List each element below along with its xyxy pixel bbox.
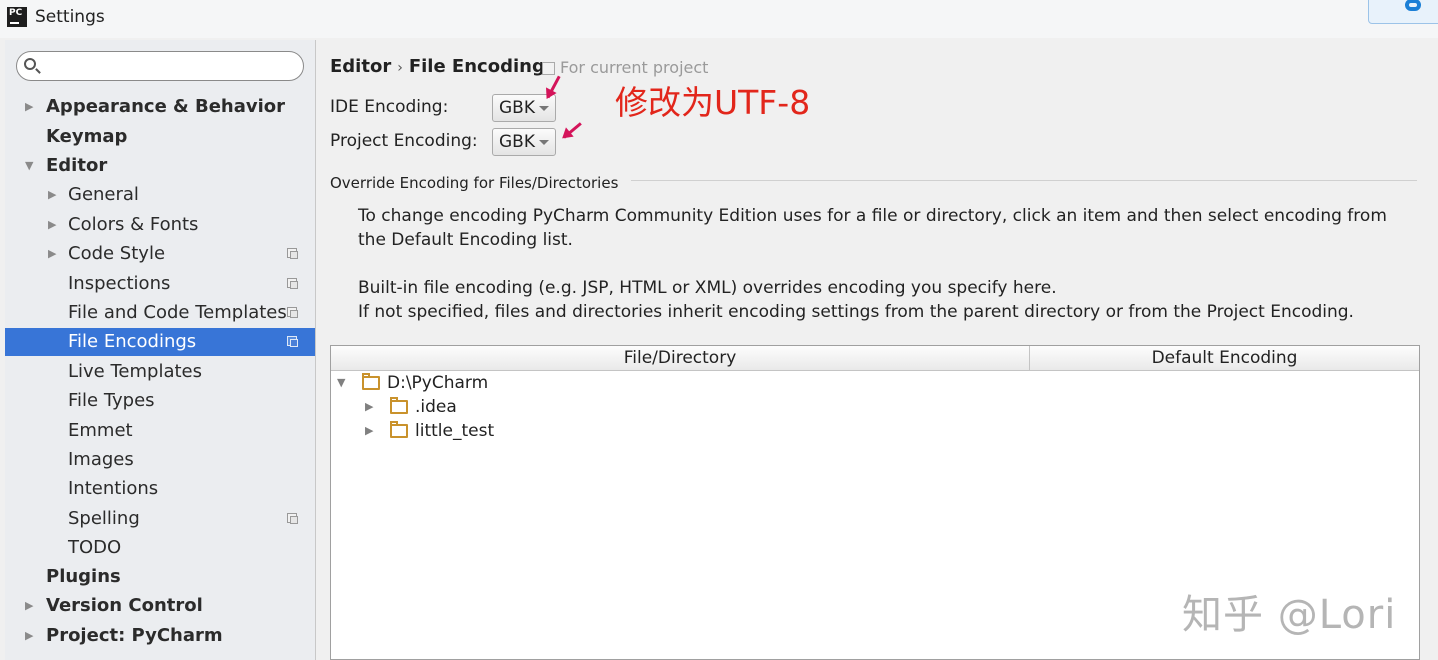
sidebar-item-label: Appearance & Behavior — [46, 96, 286, 117]
collapse-arrow-icon[interactable]: ▼ — [25, 152, 33, 180]
annotation-arrow-icon — [563, 122, 582, 139]
dropdown-arrow-icon — [539, 106, 549, 111]
project-scope-icon — [287, 513, 298, 524]
folder-icon — [390, 421, 408, 438]
sidebar-item-spelling[interactable]: Spelling — [5, 505, 315, 533]
expand-arrow-icon[interactable]: ▶ — [48, 211, 56, 239]
project-scope-icon — [287, 307, 298, 318]
sidebar-item-general[interactable]: ▶ General — [5, 181, 315, 209]
sidebar-item-code-style[interactable]: ▶ Code Style — [5, 240, 315, 268]
sidebar-item-editor[interactable]: ▼ Editor — [5, 152, 315, 180]
settings-sidebar: ▶ Appearance & Behavior Keymap ▼ Editor … — [5, 40, 316, 660]
directory-name: little_test — [415, 421, 495, 441]
expand-arrow-icon[interactable]: ▶ — [25, 592, 33, 620]
sidebar-item-live-templates[interactable]: Live Templates — [5, 358, 315, 386]
watermark: 知乎 @Lori — [1182, 592, 1397, 638]
sidebar-item-label: Keymap — [46, 126, 128, 147]
breadcrumb: Editor › File Encodings — [330, 56, 556, 77]
breadcrumb-parent: Editor — [330, 56, 392, 77]
sidebar-item-version-control[interactable]: ▶ Version Control — [5, 592, 315, 620]
directory-name: .idea — [415, 397, 457, 417]
directory-name: D:\PyCharm — [387, 373, 489, 393]
project-scope-icon — [542, 62, 555, 75]
settings-search-input[interactable] — [16, 51, 304, 81]
expand-arrow-icon[interactable]: ▶ — [25, 622, 33, 650]
section-divider — [631, 180, 1417, 181]
breadcrumb-current: File Encodings — [408, 56, 556, 77]
sidebar-item-label: TODO — [68, 537, 122, 558]
sidebar-item-label: Emmet — [68, 420, 133, 441]
project-encoding-label: Project Encoding: — [330, 131, 478, 151]
override-section-title: Override Encoding for Files/Directories — [330, 174, 619, 192]
sidebar-item-label: File Types — [68, 390, 155, 411]
expand-arrow-icon[interactable]: ▶ — [48, 181, 56, 209]
sidebar-item-label: Live Templates — [68, 361, 202, 382]
link-icon — [1405, 0, 1421, 11]
window-title: Settings — [35, 7, 105, 27]
table-row[interactable]: ▶ .idea — [331, 395, 1419, 419]
sidebar-item-label: Project: PyCharm — [46, 625, 223, 646]
sidebar-item-file-encodings[interactable]: File Encodings — [5, 328, 315, 356]
scope-note: For current project — [542, 58, 708, 77]
annotation-arrow-icon — [546, 75, 561, 99]
builtin-encoding-note: Built-in file encoding (e.g. JSP, HTML o… — [358, 278, 1057, 298]
project-scope-icon — [287, 248, 298, 259]
sidebar-item-keymap[interactable]: Keymap — [5, 123, 315, 151]
expand-arrow-icon[interactable]: ▶ — [25, 93, 33, 121]
project-encoding-value: GBK — [499, 132, 535, 152]
inherit-encoding-note: If not specified, files and directories … — [358, 302, 1354, 322]
sidebar-item-label: Spelling — [68, 508, 140, 529]
pycharm-app-icon: PC — [7, 7, 27, 27]
sidebar-item-label: Intentions — [68, 478, 159, 499]
sidebar-item-label: Images — [68, 449, 134, 470]
sidebar-item-inspections[interactable]: Inspections — [5, 270, 315, 298]
annotation-text: 修改为UTF-8 — [615, 83, 811, 122]
sidebar-item-project-pycharm[interactable]: ▶ Project: PyCharm — [5, 622, 315, 650]
sidebar-item-label: File and Code Templates — [68, 302, 287, 323]
sidebar-item-label: File Encodings — [68, 331, 197, 352]
sidebar-item-appearance-behavior[interactable]: ▶ Appearance & Behavior — [5, 93, 315, 121]
sidebar-item-label: Code Style — [68, 243, 166, 264]
ide-encoding-value: GBK — [499, 98, 535, 118]
dropdown-arrow-icon — [539, 140, 549, 145]
sidebar-item-label: Version Control — [46, 595, 203, 616]
expand-arrow-icon[interactable]: ▶ — [365, 419, 373, 443]
sidebar-item-label: General — [68, 184, 139, 205]
override-description: To change encoding PyCharm Community Edi… — [358, 206, 1387, 250]
expand-arrow-icon[interactable]: ▶ — [365, 395, 373, 419]
table-header: File/Directory Default Encoding — [331, 346, 1419, 371]
project-encoding-select[interactable]: GBK — [492, 128, 556, 156]
scope-note-text: For current project — [560, 58, 709, 77]
sidebar-item-plugins[interactable]: Plugins — [5, 563, 315, 591]
expand-arrow-icon[interactable]: ▶ — [48, 240, 56, 268]
sidebar-item-label: Plugins — [46, 566, 121, 587]
sidebar-item-label: Colors & Fonts — [68, 214, 199, 235]
corner-widget-button[interactable] — [1368, 0, 1438, 24]
project-scope-icon — [287, 336, 298, 347]
ide-encoding-label: IDE Encoding: — [330, 97, 449, 117]
collapse-arrow-icon[interactable]: ▼ — [337, 371, 345, 395]
folder-icon — [390, 397, 408, 414]
sidebar-item-images[interactable]: Images — [5, 446, 315, 474]
sidebar-item-label: Editor — [46, 155, 108, 176]
sidebar-item-file-code-templates[interactable]: File and Code Templates — [5, 299, 315, 327]
search-icon — [24, 58, 36, 70]
sidebar-item-colors-fonts[interactable]: ▶ Colors & Fonts — [5, 211, 315, 239]
project-scope-icon — [287, 278, 298, 289]
sidebar-item-label: Inspections — [68, 273, 171, 294]
file-encodings-panel: Editor › File Encodings For current projec… — [316, 40, 1438, 660]
sidebar-item-file-types[interactable]: File Types — [5, 387, 315, 415]
table-row[interactable]: ▶ little_test — [331, 419, 1419, 443]
table-row[interactable]: ▼ D:\PyCharm — [331, 371, 1419, 395]
column-header-default-encoding[interactable]: Default Encoding — [1030, 346, 1419, 370]
sidebar-item-intentions[interactable]: Intentions — [5, 475, 315, 503]
sidebar-item-emmet[interactable]: Emmet — [5, 417, 315, 445]
window-titlebar: PC Settings — [0, 0, 1438, 38]
column-header-file-directory[interactable]: File/Directory — [331, 346, 1030, 370]
folder-icon — [362, 373, 380, 390]
breadcrumb-separator: › — [397, 60, 403, 76]
sidebar-item-todo[interactable]: TODO — [5, 534, 315, 562]
